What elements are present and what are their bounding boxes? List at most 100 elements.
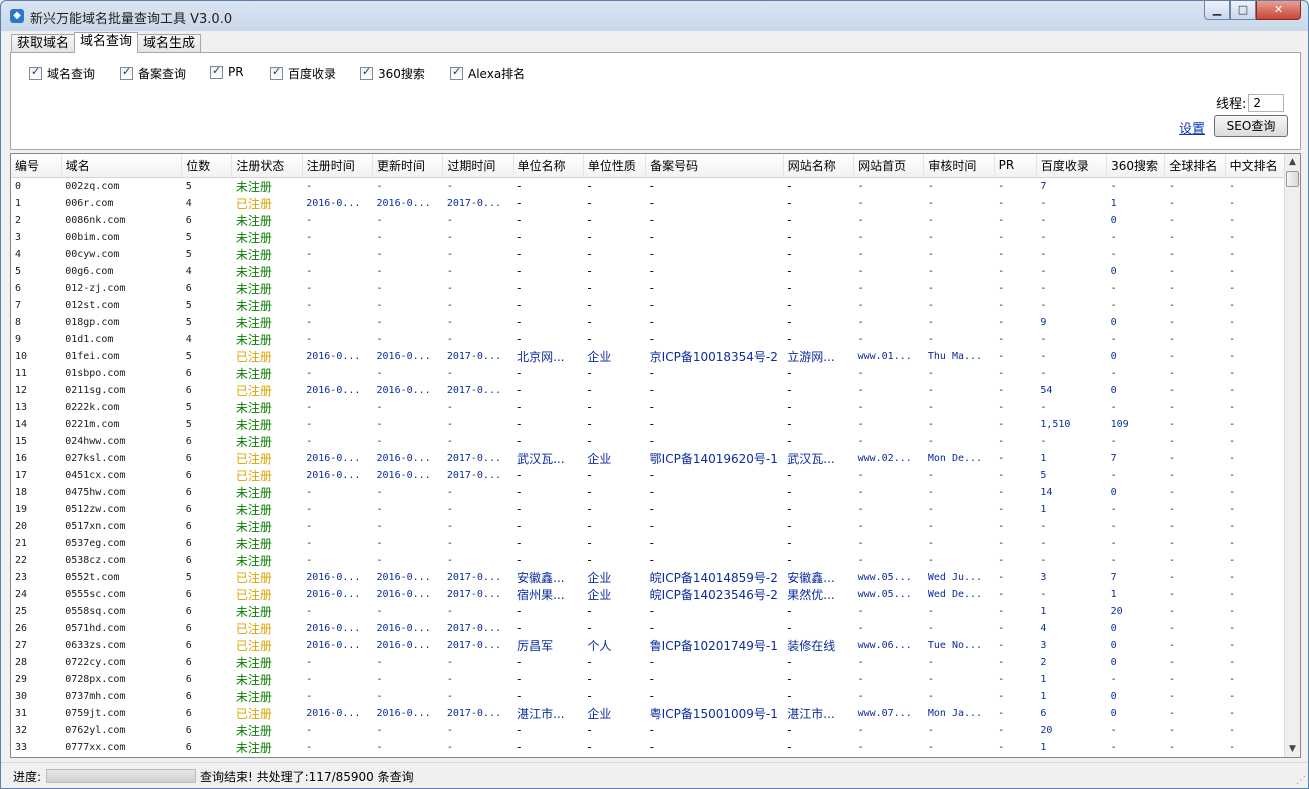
checkbox-checked-icon[interactable]	[120, 65, 133, 80]
table-cell: -	[587, 740, 592, 754]
column-header[interactable]: PR	[994, 154, 1037, 178]
threads-input[interactable]	[1248, 93, 1285, 112]
column-header[interactable]: 网站首页	[853, 154, 925, 178]
table-cell: 34	[11, 756, 61, 758]
table-row[interactable]: 26 0571hd.com 6 已注册 2016-0... 2016-0... 2017-0…	[11, 620, 1286, 637]
resize-grip-icon[interactable]: ⋰	[1296, 775, 1306, 786]
checkbox-pr[interactable]: PR	[210, 64, 244, 79]
table-row[interactable]: 30 0737mh.com 6 未注册 - - - - - - - - - - 1 0 - -	[11, 688, 1286, 705]
table-row[interactable]: 24 0555sc.com 6 已注册 2016-0... 2016-0... 2017-0…	[11, 586, 1286, 603]
checkbox-alexa-rank[interactable]: Alexa排名	[450, 65, 525, 82]
table-row[interactable]: 9 01d1.com 4 未注册 - - - - - - - - - - - - - -	[11, 331, 1286, 348]
table-cell: 武汉瓦...	[787, 451, 835, 466]
scroll-thumb[interactable]	[1286, 171, 1299, 187]
table-cell: -	[1229, 333, 1236, 345]
table-row[interactable]: 20 0517xn.com 6 未注册 - - - - - - - - - - - - - -	[11, 518, 1286, 535]
table-row[interactable]: 32 0762yl.com 6 未注册 - - - - - - - - - - 20 - - -	[11, 722, 1286, 739]
table-row[interactable]: 7 012st.com 5 未注册 - - - - - - - - - - - - - -	[11, 297, 1286, 314]
checkbox-checked-icon[interactable]	[450, 65, 463, 80]
table-cell: 024hww.com	[65, 435, 126, 447]
checkbox-checked-icon[interactable]	[29, 65, 42, 80]
tab-get-domains[interactable]: 获取域名	[11, 34, 76, 53]
tab-domain-generate[interactable]: 域名生成	[137, 34, 202, 53]
column-header[interactable]: 360搜索	[1106, 154, 1166, 178]
table-row[interactable]: 6 012-zj.com 6 未注册 - - - - - - - - - - - - - -	[11, 280, 1286, 297]
table-row[interactable]: 8 018gp.com 5 未注册 - - - - - - - - - - 9 0 - -	[11, 314, 1286, 331]
table-row[interactable]: 1 006r.com 4 已注册 2016-0... 2016-0... 2017-0...…	[11, 195, 1286, 212]
column-header[interactable]: 编号	[11, 154, 62, 178]
table-row[interactable]: 15 024hww.com 6 未注册 - - - - - - - - - - - - - -	[11, 433, 1286, 450]
table-cell: -	[517, 485, 522, 499]
table-row[interactable]: 5 00g6.com 4 未注册 - - - - - - - - - - - 0 - -	[11, 263, 1286, 280]
table-cell: -	[998, 401, 1005, 413]
column-header[interactable]: 单位性质	[583, 154, 647, 178]
checkbox-checked-icon[interactable]	[360, 65, 373, 80]
column-header[interactable]: 单位名称	[513, 154, 584, 178]
table-row[interactable]: 16 027ksl.com 6 已注册 2016-0... 2016-0... 2017-0…	[11, 450, 1286, 467]
minimize-icon[interactable]: ▁	[1204, 1, 1230, 20]
table-row[interactable]: 10 01fei.com 5 已注册 2016-0... 2016-0... 2017-0.…	[11, 348, 1286, 365]
table-row[interactable]: 25 0558sq.com 6 未注册 - - - - - - - - - - 1 20 - -	[11, 603, 1286, 620]
checkbox-domain-query[interactable]: 域名查询	[29, 65, 95, 82]
tab-domain-query[interactable]: 域名查询	[74, 32, 139, 53]
column-header[interactable]: 域名	[61, 154, 183, 178]
seo-query-button[interactable]: SEO查询	[1214, 115, 1288, 137]
column-header[interactable]: 注册时间	[302, 154, 374, 178]
column-header[interactable]: 审核时间	[923, 154, 995, 178]
table-cell: 7	[15, 299, 22, 311]
checkbox-baidu-index[interactable]: 百度收录	[270, 65, 336, 82]
table-row[interactable]: 23 0552t.com 5 已注册 2016-0... 2016-0... 2017-0.…	[11, 569, 1286, 586]
table-cell: 6	[185, 673, 192, 685]
table-row[interactable]: 33 0777xx.com 6 未注册 - - - - - - - - - -1- - -	[11, 739, 1286, 756]
table-cell: -	[1040, 401, 1047, 413]
table-row[interactable]: 11 01sbpo.com 6 未注册 - - - - - - - - - - - - - -	[11, 365, 1286, 382]
table-cell: -	[1040, 367, 1047, 379]
table-row[interactable]: 12 0211sg.com 6 已注册 2016-0... 2016-0... 2017-0…	[11, 382, 1286, 399]
checkbox-checked-icon[interactable]	[270, 65, 283, 80]
table-row[interactable]: 28 0722cy.com 6 未注册 - - - - - - - - - - 2 0 - -	[11, 654, 1286, 671]
table-cell: -	[854, 756, 924, 758]
table-row[interactable]: 22 0538cz.com 6 未注册 - - - - - - - - - - - - - -	[11, 552, 1286, 569]
column-header[interactable]: 网站名称	[783, 154, 855, 178]
table-cell: 1	[1110, 197, 1117, 209]
table-cell: -	[446, 554, 453, 566]
maximize-icon[interactable]: □	[1230, 1, 1256, 20]
scroll-up-icon[interactable]: ▲	[1285, 154, 1300, 170]
column-header[interactable]: 备案号码	[645, 154, 784, 178]
table-row[interactable]: 31 0759jt.com 6 已注册 2016-0... 2016-0... 2017-0…	[11, 705, 1286, 722]
column-header[interactable]: 位数	[181, 154, 233, 178]
column-header[interactable]: 中文排名	[1225, 154, 1287, 178]
scroll-down-icon[interactable]: ▼	[1285, 741, 1300, 757]
table-row[interactable]: 0 002zq.com 5 未注册 - - - - - - - - - - 7 - - -	[11, 177, 1286, 195]
vertical-scrollbar[interactable]: ▲ ▼	[1284, 154, 1300, 757]
checkbox-icp-query[interactable]: 备案查询	[120, 65, 186, 82]
table-cell: -	[1229, 214, 1236, 226]
table-row[interactable]: 2 0086nk.com 6 未注册 - - - - - - - - - - - 0 - -	[11, 212, 1286, 229]
column-header[interactable]: 全球排名	[1164, 154, 1226, 178]
settings-link[interactable]: 设置	[1179, 118, 1205, 137]
table-cell: -	[1040, 197, 1047, 209]
checkbox-checked-icon[interactable]	[210, 64, 223, 79]
column-header[interactable]: 百度收录	[1036, 154, 1108, 178]
table-row[interactable]: 4 00cyw.com 5 未注册 - - - - - - - - - - - - - -	[11, 246, 1286, 263]
table-row[interactable]: 14 0221m.com 5 未注册 - - - - - - - - - - 1,510 109 - -	[11, 416, 1286, 433]
column-header[interactable]: 更新时间	[372, 154, 444, 178]
table-row[interactable]: 340792jz.com6未注册----------70--	[11, 756, 1286, 758]
table-row[interactable]: 21 0537eg.com 6 未注册 - - - - - - - - - - - - - -	[11, 535, 1286, 552]
table-cell: -	[517, 383, 522, 397]
table-row[interactable]: 18 0475hw.com 6 未注册 - - - - - - - - - - 14 0 - -	[11, 484, 1286, 501]
table-cell: 4	[185, 333, 192, 345]
table-row[interactable]: 13 0222k.com 5 未注册 - - - - - - - - - - - - - -	[11, 399, 1286, 416]
table-cell: 018gp.com	[65, 316, 120, 328]
table-cell: 6	[185, 452, 192, 464]
table-cell: -	[1110, 180, 1117, 192]
checkbox-360-search[interactable]: 360搜索	[360, 65, 425, 82]
table-row[interactable]: 3 00bim.com 5 未注册 - - - - - - - - - - - - - -	[11, 229, 1286, 246]
column-header[interactable]: 过期时间	[442, 154, 514, 178]
table-row[interactable]: 19 0512zw.com 6 未注册 - - - - - - - - - - 1 - - -	[11, 501, 1286, 518]
column-header[interactable]: 注册状态	[231, 154, 303, 178]
close-icon[interactable]: ✕	[1256, 1, 1301, 20]
table-row[interactable]: 17 0451cx.com 6 已注册 2016-0... 2016-0... 2017-0…	[11, 467, 1286, 484]
table-row[interactable]: 29 0728px.com 6 未注册 - - - - - - - - - - 1 - - -	[11, 671, 1286, 688]
table-row[interactable]: 27 0633zs.com 6 已注册 2016-0... 2016-0... 2017-0…	[11, 637, 1286, 654]
